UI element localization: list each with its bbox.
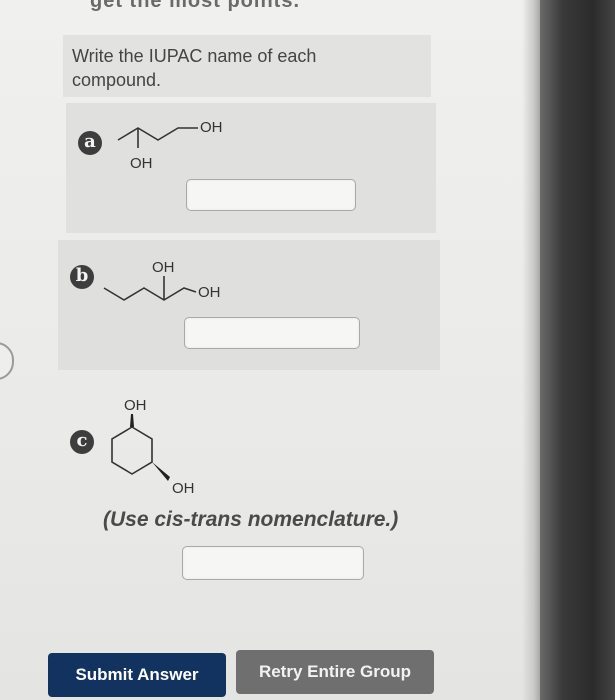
part-a-oh-label-1: OH bbox=[130, 155, 153, 172]
part-c-oh-label-2: OH bbox=[172, 480, 195, 497]
device-bezel bbox=[540, 0, 615, 700]
cropped-header-text: get the most points. bbox=[90, 0, 300, 12]
part-b-oh-label-1: OH bbox=[152, 259, 175, 276]
part-b-badge: b bbox=[70, 265, 94, 289]
part-b-oh-label-2: OH bbox=[198, 284, 221, 301]
part-c-oh-label-1: OH bbox=[124, 397, 147, 414]
part-c-wedge-bond-2 bbox=[152, 462, 170, 481]
part-b-bonds bbox=[103, 287, 197, 301]
part-a-structure: OH OH bbox=[117, 119, 223, 172]
part-c-answer-input[interactable] bbox=[182, 546, 364, 580]
submit-answer-button[interactable]: Submit Answer bbox=[48, 653, 226, 697]
part-c-wedge-bond bbox=[130, 414, 134, 427]
part-a-badge: a bbox=[78, 131, 102, 155]
part-c-ring bbox=[111, 426, 153, 475]
part-a-bonds bbox=[117, 127, 198, 141]
part-a-oh-label-2: OH bbox=[200, 119, 223, 136]
question-prompt: Write the IUPAC name of each compound. bbox=[72, 46, 317, 90]
part-c-badge: c bbox=[70, 430, 94, 454]
part-c-instruction: (Use cis-trans nomenclature.) bbox=[103, 508, 399, 531]
part-a-answer-input[interactable] bbox=[186, 179, 356, 211]
screen-edge bbox=[522, 0, 542, 700]
part-c-structure: OH OH bbox=[111, 397, 195, 497]
retry-group-button[interactable]: Retry Entire Group bbox=[236, 650, 434, 694]
part-b-answer-input[interactable] bbox=[184, 317, 360, 349]
part-b-structure: OH OH bbox=[103, 259, 221, 301]
